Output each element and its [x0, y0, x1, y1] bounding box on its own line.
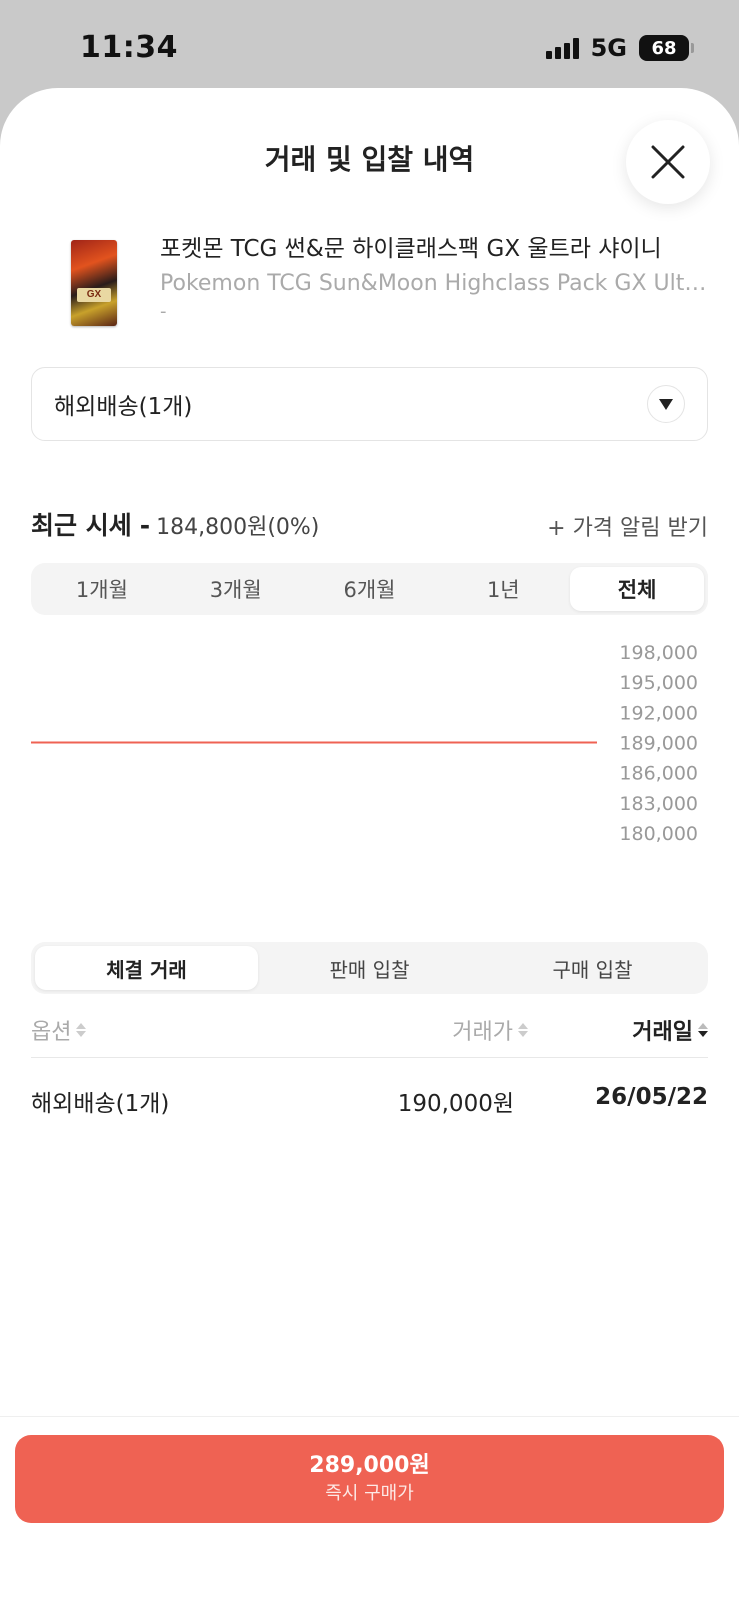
- y-tick-label: 180,000: [619, 823, 698, 845]
- y-tick-label: 186,000: [619, 763, 698, 785]
- battery-level: 68: [651, 37, 677, 59]
- product-text: 포켓몬 TCG 썬&문 하이클래스팩 GX 울트라 샤이니 Pokemon TC…: [160, 232, 712, 324]
- header-price[interactable]: 거래가: [452, 1014, 528, 1046]
- dropdown-button[interactable]: [647, 385, 685, 423]
- pack-icon: GX: [71, 240, 117, 326]
- recent-price-value: 184,800원(0%): [156, 515, 320, 540]
- product-name: 포켓몬 TCG 썬&문 하이클래스팩 GX 울트라 샤이니: [160, 236, 662, 262]
- tab-period-6m[interactable]: 6개월: [303, 567, 437, 611]
- y-tick-label: 192,000: [619, 702, 698, 724]
- product-image: GX: [50, 240, 138, 328]
- table-row: 해외배송(1개) 190,000원 26/05/22: [31, 1080, 708, 1120]
- sort-icon: [76, 1023, 87, 1037]
- header-date[interactable]: 거래일: [632, 1014, 708, 1046]
- row-option: 해외배송(1개): [31, 1091, 170, 1117]
- recent-price: 최근 시세 - 184,800원(0%) + 가격 알림 받기: [31, 506, 708, 542]
- sort-desc-icon: [698, 1023, 708, 1037]
- price-chart: 198,000 195,000 192,000 189,000 186,000 183,0…: [0, 640, 739, 880]
- instant-buy-price: 289,000원: [309, 1453, 430, 1478]
- instant-buy-button[interactable]: 289,000원 즉시 구매가: [15, 1435, 724, 1523]
- close-icon: [651, 145, 685, 179]
- row-date: 26/05/22: [595, 1084, 708, 1110]
- status-time: 11:34: [80, 30, 178, 65]
- tab-concluded-trades[interactable]: 체결 거래: [35, 946, 258, 990]
- tab-period-all[interactable]: 전체: [570, 567, 704, 611]
- y-tick-label: 183,000: [619, 793, 698, 815]
- recent-price-title: 최근 시세: [31, 511, 132, 540]
- network-type: 5G: [590, 34, 627, 62]
- bottom-bar: 289,000원 즉시 구매가: [0, 1416, 739, 1600]
- row-price: 190,000원: [397, 1091, 514, 1117]
- tab-period-3m[interactable]: 3개월: [169, 567, 303, 611]
- y-tick-label: 198,000: [619, 642, 698, 664]
- header-option[interactable]: 옵션: [31, 1014, 87, 1046]
- tab-sell-bids[interactable]: 판매 입찰: [258, 946, 481, 990]
- period-tabs: 1개월 3개월 6개월 1년 전체: [31, 563, 708, 615]
- status-bar: 11:34 5G 68: [0, 0, 739, 90]
- price-chart-svg: 198,000 195,000 192,000 189,000 186,000 183,0…: [31, 642, 698, 845]
- tab-buy-bids[interactable]: 구매 입찰: [481, 946, 704, 990]
- product-summary[interactable]: GX 포켓몬 TCG 썬&문 하이클래스팩 GX 울트라 샤이니 Pokemon…: [30, 232, 712, 332]
- y-tick-label: 195,000: [619, 672, 698, 694]
- header-option-label: 옵션: [31, 1020, 72, 1045]
- triangle-down-icon: [659, 399, 673, 410]
- recent-price-separator: -: [139, 511, 151, 540]
- battery-icon: 68: [639, 35, 694, 61]
- pack-badge: GX: [77, 288, 111, 302]
- tab-period-1y[interactable]: 1년: [436, 567, 570, 611]
- status-indicators: 5G 68: [545, 34, 694, 62]
- tab-period-1m[interactable]: 1개월: [35, 567, 169, 611]
- option-select[interactable]: 해외배송(1개): [31, 367, 708, 441]
- option-selected: 해외배송(1개): [54, 394, 193, 420]
- trade-tabs: 체결 거래 판매 입찰 구매 입찰: [31, 942, 708, 994]
- instant-buy-label: 즉시 구매가: [325, 1483, 414, 1504]
- price-alert-link[interactable]: + 가격 알림 받기: [547, 510, 708, 542]
- signal-icon: [545, 37, 579, 59]
- header-price-label: 거래가: [452, 1020, 513, 1045]
- sort-icon: [518, 1023, 528, 1037]
- product-sub: -: [160, 301, 167, 322]
- product-name-en: Pokemon TCG Sun&Moon Highclass Pack GX U…: [160, 271, 712, 296]
- y-tick-label: 189,000: [619, 733, 698, 755]
- header-date-label: 거래일: [632, 1020, 693, 1045]
- trade-table-header: 옵션 거래가 거래일: [31, 1008, 708, 1058]
- close-button[interactable]: [626, 120, 710, 204]
